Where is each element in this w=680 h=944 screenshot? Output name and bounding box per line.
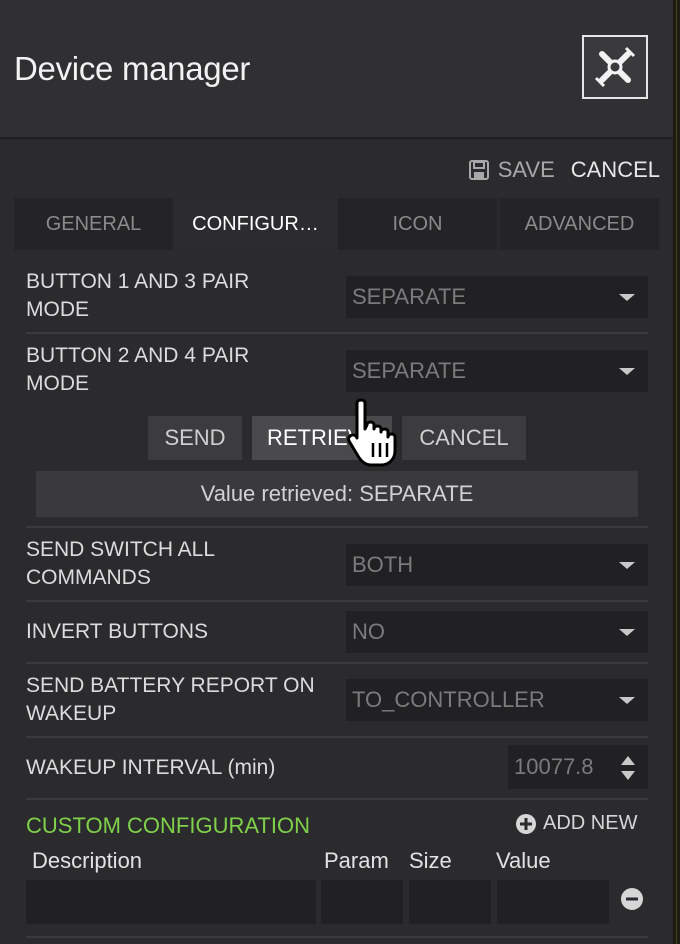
divider bbox=[26, 662, 648, 664]
add-new-label: ADD NEW bbox=[543, 812, 638, 834]
chevron-down-icon bbox=[619, 294, 635, 301]
battery-report-select[interactable]: TO_CONTROLLER bbox=[346, 679, 648, 721]
column-header-value: Value bbox=[496, 848, 551, 873]
save-button[interactable]: SAVE bbox=[468, 157, 555, 183]
input-value: 10077.8 bbox=[514, 754, 594, 779]
remove-row-icon[interactable] bbox=[620, 887, 644, 911]
config-row-button13: BUTTON 1 AND 3 PAIR MODE SEPARATE bbox=[26, 266, 648, 330]
field-label: INVERT BUTTONS bbox=[26, 620, 209, 643]
column-header-param: Param bbox=[324, 848, 389, 873]
divider bbox=[26, 936, 648, 938]
description-input[interactable] bbox=[26, 880, 316, 924]
window-edge bbox=[673, 0, 680, 944]
chevron-down-icon bbox=[619, 368, 635, 375]
tab-general[interactable]: GENERAL bbox=[14, 198, 173, 250]
select-value: NO bbox=[352, 619, 385, 644]
switch-all-select[interactable]: BOTH bbox=[346, 544, 648, 586]
save-label: SAVE bbox=[497, 157, 555, 182]
param-input[interactable] bbox=[321, 880, 403, 924]
title-bar: Device manager bbox=[0, 0, 673, 139]
spinner-arrows-icon[interactable] bbox=[620, 755, 636, 781]
divider bbox=[26, 526, 648, 528]
page-title: Device manager bbox=[14, 50, 251, 87]
field-label: SEND BATTERY REPORT ON WAKEUP bbox=[26, 674, 315, 725]
tab-configuration[interactable]: CONFIGUR… bbox=[176, 198, 335, 250]
cancel-button[interactable]: CANCEL bbox=[571, 157, 660, 183]
select-value: SEPARATE bbox=[352, 284, 467, 309]
button13-pair-mode-select[interactable]: SEPARATE bbox=[346, 276, 648, 318]
status-message: Value retrieved: SEPARATE bbox=[36, 471, 638, 517]
send-button[interactable]: SEND bbox=[148, 416, 242, 460]
column-header-description: Description bbox=[32, 848, 143, 873]
divider bbox=[26, 332, 648, 334]
button24-pair-mode-select[interactable]: SEPARATE bbox=[346, 350, 648, 392]
config-row-wakeup: WAKEUP INTERVAL (min) 10077.8 bbox=[26, 742, 648, 796]
select-value: SEPARATE bbox=[352, 358, 467, 383]
floppy-disk-icon bbox=[468, 160, 489, 180]
field-label: SEND SWITCH ALL COMMANDS bbox=[26, 538, 215, 589]
tab-advanced[interactable]: ADVANCED bbox=[500, 198, 659, 250]
form-actions: SAVE CANCEL bbox=[468, 156, 660, 184]
config-row-invert: INVERT BUTTONS NO bbox=[26, 606, 648, 660]
divider bbox=[26, 600, 648, 602]
add-new-button[interactable]: ADD NEW bbox=[515, 812, 637, 835]
field-label: BUTTON 2 AND 4 PAIR MODE bbox=[26, 344, 250, 395]
config-row-switch-all: SEND SWITCH ALL COMMANDS BOTH bbox=[26, 534, 648, 598]
divider bbox=[26, 798, 648, 800]
chevron-down-icon bbox=[619, 562, 635, 569]
tab-bar: GENERAL CONFIGUR… ICON ADVANCED bbox=[14, 198, 659, 250]
config-row-button24: BUTTON 2 AND 4 PAIR MODE SEPARATE bbox=[26, 340, 648, 404]
select-value: BOTH bbox=[352, 552, 414, 577]
tab-icon[interactable]: ICON bbox=[338, 198, 497, 250]
field-label: WAKEUP INTERVAL (min) bbox=[26, 756, 276, 779]
custom-config-heading: CUSTOM CONFIGURATION bbox=[26, 813, 310, 838]
divider bbox=[26, 736, 648, 738]
plus-circle-icon bbox=[516, 813, 536, 834]
select-value: TO_CONTROLLER bbox=[352, 687, 545, 712]
chevron-down-icon bbox=[619, 629, 635, 636]
cancel-param-button[interactable]: CANCEL bbox=[402, 416, 526, 460]
chevron-down-icon bbox=[619, 697, 635, 704]
size-input[interactable] bbox=[409, 880, 491, 924]
column-header-size: Size bbox=[409, 848, 452, 873]
hand-cursor-icon bbox=[347, 398, 397, 467]
field-label: BUTTON 1 AND 3 PAIR MODE bbox=[26, 270, 250, 321]
satellite-logo-icon[interactable] bbox=[582, 35, 648, 99]
config-row-battery: SEND BATTERY REPORT ON WAKEUP TO_CONTROL… bbox=[26, 670, 648, 734]
wakeup-interval-input[interactable]: 10077.8 bbox=[508, 745, 648, 789]
value-input[interactable] bbox=[497, 880, 609, 924]
invert-buttons-select[interactable]: NO bbox=[346, 611, 648, 653]
